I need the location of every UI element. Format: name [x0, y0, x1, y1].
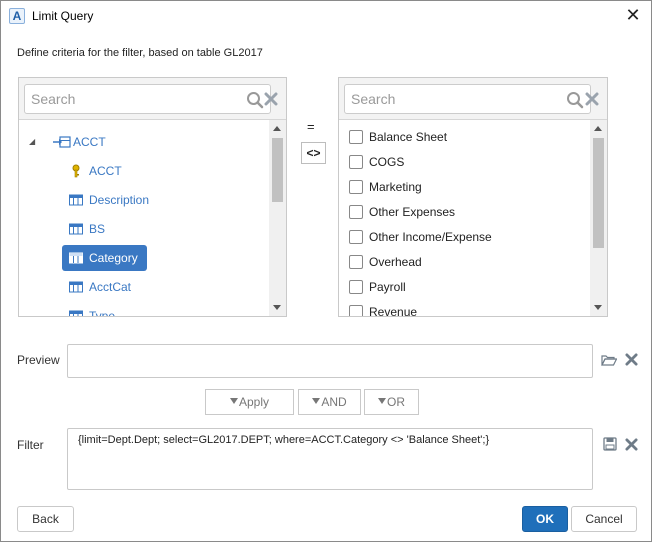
- column-icon: [69, 194, 83, 206]
- scroll-thumb[interactable]: [272, 138, 283, 202]
- search-icon[interactable]: [246, 91, 264, 109]
- value-option-marketing[interactable]: Marketing: [349, 178, 422, 198]
- value-list: Balance Sheet COGS Marketing Other Expen…: [339, 120, 607, 316]
- field-search-bar: [19, 78, 286, 120]
- checkbox[interactable]: [349, 204, 363, 219]
- clear-search-icon[interactable]: [264, 92, 278, 106]
- tree-item-label: ACCT: [89, 164, 122, 178]
- folder-open-icon[interactable]: [601, 352, 617, 368]
- criteria-heading: Define criteria for the filter, based on…: [17, 47, 263, 59]
- tree-item-label: BS: [89, 222, 106, 236]
- tree-item-label: Category: [89, 251, 138, 265]
- tree-item-bs[interactable]: BS: [69, 217, 189, 241]
- value-option-overhead[interactable]: Overhead: [349, 253, 422, 273]
- column-icon: [69, 252, 83, 264]
- field-tree-scrollbar[interactable]: [269, 120, 286, 316]
- value-label: Overhead: [369, 255, 422, 269]
- filter-icon: [378, 398, 386, 405]
- save-icon[interactable]: [603, 437, 617, 451]
- tree-item-acct-key[interactable]: ACCT: [69, 159, 189, 183]
- value-search-bar: [339, 78, 607, 120]
- limit-query-dialog: A Limit Query ✕ Define criteria for the …: [0, 0, 652, 542]
- value-label: Other Expenses: [369, 205, 456, 219]
- value-option-balance-sheet[interactable]: Balance Sheet: [349, 128, 447, 148]
- clear-search-icon[interactable]: [585, 92, 599, 106]
- or-button[interactable]: OR: [364, 389, 419, 415]
- filter-label: Filter: [17, 438, 44, 452]
- back-button[interactable]: Back: [17, 506, 74, 532]
- tree-item-type[interactable]: Type: [69, 304, 189, 316]
- close-icon[interactable]: ✕: [621, 4, 645, 28]
- checkbox[interactable]: [349, 154, 363, 169]
- checkbox[interactable]: [349, 129, 363, 144]
- search-icon[interactable]: [566, 91, 584, 109]
- and-label: AND: [321, 395, 347, 409]
- apply-button[interactable]: Apply: [205, 389, 294, 415]
- title-bar: A Limit Query ✕: [1, 1, 651, 31]
- field-tree: ◢ ACCT ACCT Description BS Category Acct…: [19, 120, 286, 316]
- value-label: Payroll: [369, 280, 406, 294]
- column-icon: [69, 310, 83, 316]
- tree-item-description[interactable]: Description: [69, 188, 209, 212]
- value-label: Other Income/Expense: [369, 230, 492, 244]
- value-label: Marketing: [369, 180, 422, 194]
- value-label: COGS: [369, 155, 405, 169]
- filter-field[interactable]: {limit=Dept.Dept; select=GL2017.DEPT; wh…: [67, 428, 593, 490]
- scroll-up-icon[interactable]: [273, 126, 281, 131]
- and-button[interactable]: AND: [298, 389, 361, 415]
- not-equals-button[interactable]: <>: [301, 142, 326, 164]
- filter-expression: {limit=Dept.Dept; select=GL2017.DEPT; wh…: [78, 434, 490, 446]
- value-search-input[interactable]: [345, 85, 560, 113]
- checkbox[interactable]: [349, 279, 363, 294]
- apply-label: Apply: [238, 395, 270, 409]
- value-list-panel: Balance Sheet COGS Marketing Other Expen…: [338, 77, 608, 317]
- tree-node-root-label: ACCT: [73, 135, 106, 149]
- tree-item-category[interactable]: Category: [62, 245, 147, 271]
- value-list-scrollbar[interactable]: [590, 120, 607, 316]
- checkbox[interactable]: [349, 229, 363, 244]
- checkbox[interactable]: [349, 254, 363, 269]
- or-label: OR: [387, 395, 405, 409]
- value-option-cogs[interactable]: COGS: [349, 153, 404, 173]
- scroll-up-icon[interactable]: [594, 126, 602, 131]
- tree-item-label: AcctCat: [89, 280, 132, 294]
- value-option-revenue[interactable]: Revenue: [349, 303, 417, 316]
- value-label: Balance Sheet: [369, 130, 448, 144]
- scroll-down-icon[interactable]: [594, 305, 602, 310]
- checkbox[interactable]: [349, 304, 363, 316]
- clear-preview-icon[interactable]: [625, 353, 638, 366]
- filter-icon: [229, 398, 238, 405]
- preview-label: Preview: [17, 353, 60, 367]
- checkbox[interactable]: [349, 179, 363, 194]
- value-option-other-income-expense[interactable]: Other Income/Expense: [349, 228, 492, 248]
- tree-item-label: Type: [89, 309, 116, 316]
- table-link-icon: [53, 136, 71, 148]
- clear-filter-icon[interactable]: [625, 438, 638, 451]
- expand-arrow-icon[interactable]: ◢: [29, 130, 35, 154]
- scroll-thumb[interactable]: [593, 138, 604, 248]
- equals-operator[interactable]: =: [307, 119, 315, 134]
- value-option-payroll[interactable]: Payroll: [349, 278, 406, 298]
- value-search-box: [344, 84, 591, 114]
- field-tree-panel: ◢ ACCT ACCT: [18, 77, 287, 317]
- tree-item-label: Description: [89, 193, 150, 207]
- filter-icon: [312, 398, 321, 405]
- column-icon: [69, 223, 83, 235]
- preview-field[interactable]: [67, 344, 593, 378]
- field-search-box: [24, 84, 271, 114]
- ok-button[interactable]: OK: [522, 506, 568, 532]
- scroll-down-icon[interactable]: [273, 305, 281, 310]
- dialog-title: Limit Query: [32, 9, 94, 23]
- app-logo-icon: A: [9, 8, 25, 24]
- cancel-button[interactable]: Cancel: [571, 506, 637, 532]
- value-option-other-expenses[interactable]: Other Expenses: [349, 203, 455, 223]
- key-icon: [72, 164, 80, 178]
- value-label: Revenue: [369, 305, 418, 316]
- field-search-input[interactable]: [25, 85, 240, 113]
- column-icon: [69, 281, 83, 293]
- tree-item-acctcat[interactable]: AcctCat: [69, 275, 189, 299]
- tree-node-root[interactable]: ◢ ACCT: [29, 130, 229, 154]
